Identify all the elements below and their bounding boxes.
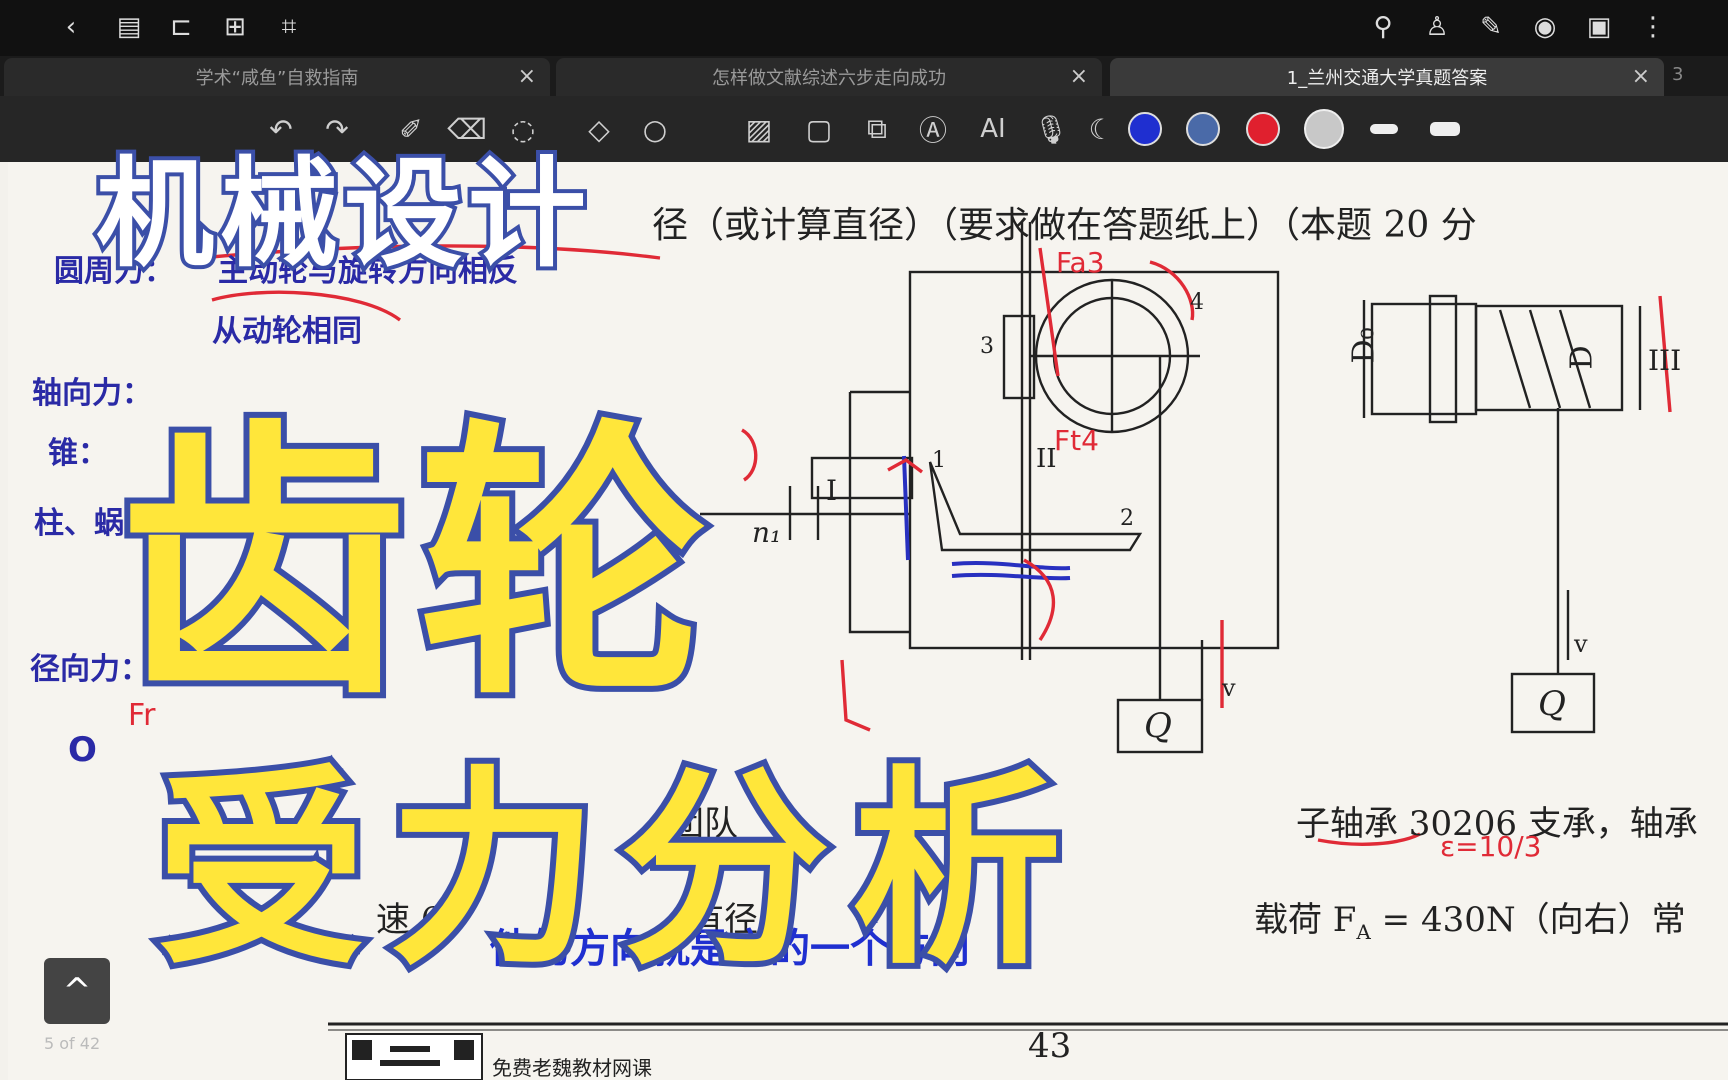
label-v-left: v xyxy=(1222,674,1236,702)
label-q-right: Q xyxy=(1538,684,1566,724)
load-label: 载荷 F xyxy=(1254,900,1357,940)
note-axial-bevel: 锥： xyxy=(48,436,108,471)
label-part-4: 4 xyxy=(1190,290,1204,315)
note-circle-mark: O xyxy=(68,730,97,770)
label-d0: D₀ xyxy=(1346,327,1382,364)
page-number: 43 xyxy=(1028,1026,1072,1066)
footer-text: 免费老魏教材网课 xyxy=(492,1056,652,1080)
label-part-3: 3 xyxy=(980,334,994,359)
question-5-load: 载荷 FA = 430N（向右）常 xyxy=(1254,892,1686,944)
label-d: D xyxy=(1564,345,1600,370)
label-shaft-iii: III xyxy=(1648,344,1682,377)
overlay-title-bottom: 受力分析 xyxy=(150,742,1085,999)
overlay-title-main: 齿轮 xyxy=(112,392,718,741)
scroll-top-button[interactable]: ^ xyxy=(44,958,110,1024)
note-epsilon: ε=10/3 xyxy=(1440,830,1542,863)
question-header: 径（或计算直径）（要求做在答题纸上）（本题 20 分 xyxy=(652,205,1477,246)
page-hint: 5 of 42 xyxy=(44,1034,101,1053)
overlay-title-small: 机械设计 xyxy=(92,141,593,287)
label-q-left: Q xyxy=(1144,706,1172,746)
label-v-right: v xyxy=(1574,630,1588,658)
note-axial-spur-worm: 柱、蜗 xyxy=(34,506,124,541)
load-value: = 430N（向右）常 xyxy=(1370,900,1686,940)
label-shaft-i: I xyxy=(826,474,838,507)
label-n1: n₁ xyxy=(752,516,782,549)
note-ft4: Ft4 xyxy=(1054,424,1099,457)
load-subscript: A xyxy=(1356,919,1371,944)
note-fa3: Fa3 xyxy=(1056,246,1105,279)
label-part-2: 2 xyxy=(1120,506,1134,531)
chevron-up-icon: ^ xyxy=(62,971,92,1011)
label-part-1: 1 xyxy=(932,448,946,473)
